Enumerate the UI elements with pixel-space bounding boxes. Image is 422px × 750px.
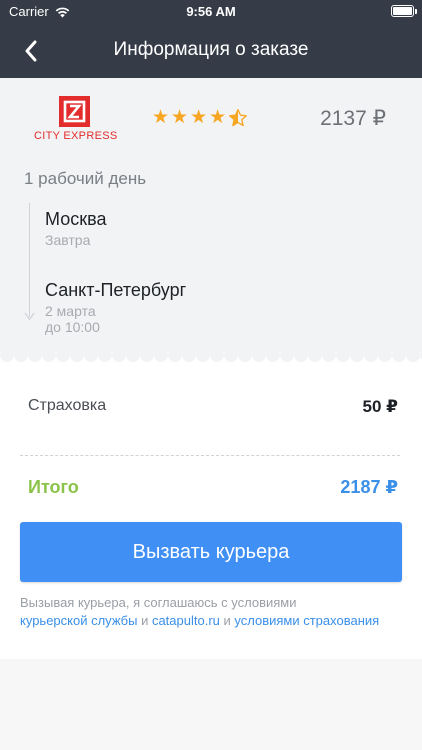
route-arrow-icon xyxy=(24,312,35,321)
call-courier-button[interactable]: Вызвать курьера xyxy=(20,522,402,582)
courier-name: CITY EXPRESS xyxy=(34,130,118,142)
route-line xyxy=(29,203,30,317)
star-icon: ★ xyxy=(171,107,189,128)
courier-logo: CITY EXPRESS xyxy=(34,96,118,142)
terms-prefix: Вызывая курьера, я соглашаюсь с условиям… xyxy=(20,595,297,610)
insurance-label: Страховка xyxy=(28,397,107,414)
summary-card: Страховка 50 ₽ Итого 2187 ₽ Вызвать курь… xyxy=(0,366,422,659)
terms-separator: и xyxy=(137,613,152,628)
top-bar: Carrier 9:56 AM Информация о заказе xyxy=(0,0,422,78)
terms-text: Вызывая курьера, я соглашаюсь с условиям… xyxy=(20,594,400,630)
origin-city: Москва xyxy=(45,209,107,229)
city-express-icon xyxy=(63,100,86,123)
ticket-scallop-edge xyxy=(0,352,422,366)
back-button[interactable] xyxy=(14,34,48,68)
total-value: 2187 ₽ xyxy=(340,477,398,497)
destination-city: Санкт-Петербург xyxy=(45,280,187,300)
status-bar: Carrier 9:56 AM xyxy=(0,0,422,24)
battery-fill xyxy=(393,7,412,15)
delivery-duration: 1 рабочий день xyxy=(24,169,147,188)
chevron-left-icon xyxy=(25,40,37,62)
star-icon: ★ xyxy=(152,107,170,128)
destination-date: 2 марта xyxy=(45,303,96,319)
battery-icon xyxy=(391,5,417,17)
star-icon: ★ xyxy=(190,107,208,128)
rating-stars: ★ ★ ★ ★ xyxy=(152,108,248,128)
courier-service-terms-link[interactable]: курьерской службы xyxy=(20,613,137,628)
clock: 9:56 AM xyxy=(186,4,236,19)
insurance-terms-link[interactable]: условиями страхования xyxy=(234,613,379,628)
catapulto-link[interactable]: catapulto.ru xyxy=(152,613,220,628)
page-title: Информация о заказе xyxy=(113,39,309,60)
star-icon: ★ xyxy=(209,107,227,128)
order-info-panel: CITY EXPRESS ★ ★ ★ ★ 2137 ₽ 1 рабочий де… xyxy=(0,78,422,362)
destination-time: до 10:00 xyxy=(45,319,100,335)
city-express-logo-mark xyxy=(59,96,90,127)
terms-separator: и xyxy=(219,613,235,628)
nav-bar: Информация о заказе xyxy=(0,24,422,78)
insurance-value: 50 ₽ xyxy=(362,397,398,416)
dashed-divider xyxy=(20,455,400,456)
total-label: Итого xyxy=(28,477,79,497)
courier-price: 2137 ₽ xyxy=(320,107,386,130)
half-star-icon xyxy=(229,109,248,127)
origin-when: Завтра xyxy=(45,232,91,248)
